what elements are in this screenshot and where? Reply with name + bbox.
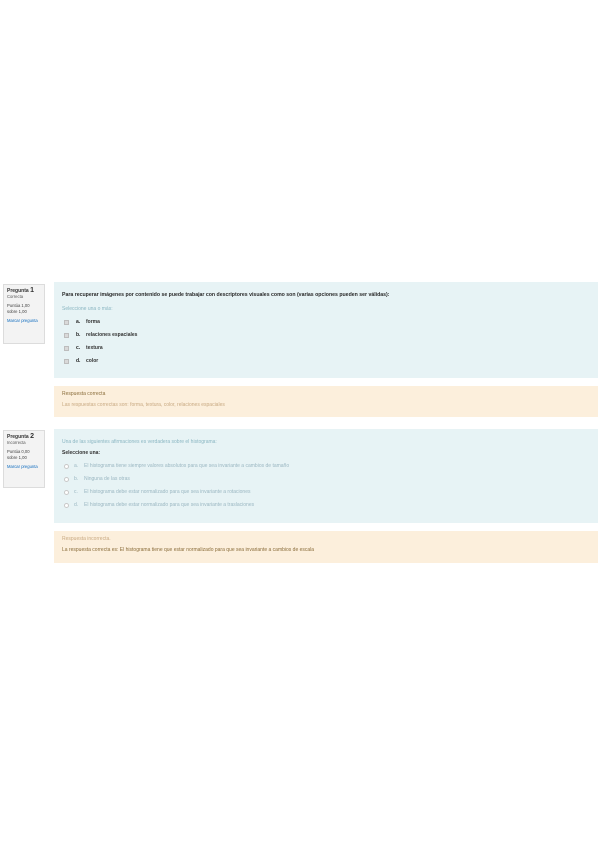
question-number-value: 2 (30, 433, 34, 440)
feedback-box: Respuesta incorrecta. La respuesta corre… (54, 531, 598, 563)
question-info-panel: Pregunta 2 Incorrecta Puntúa 0,00 sobre … (3, 430, 45, 488)
question-content: Una de las siguientes afirmaciones es ve… (54, 429, 598, 523)
option-letter: a. (76, 319, 81, 325)
radio-button[interactable] (64, 464, 69, 469)
feedback-title: Respuesta incorrecta. (62, 536, 111, 542)
option-text: Ninguna de las otras (84, 476, 130, 482)
checkbox[interactable] (64, 333, 69, 338)
answer-option[interactable]: b. relaciones espaciales (62, 332, 590, 339)
option-text: El histograma debe estar normalizado par… (84, 502, 255, 508)
feedback-text: La respuesta correcta es: El histograma … (62, 547, 315, 553)
question-text: Para recuperar imágenes por contenido se… (62, 292, 390, 298)
feedback-box: Respuesta correcta Las respuestas correc… (54, 386, 598, 417)
option-letter: d. (76, 358, 81, 364)
option-text: relaciones espaciales (86, 332, 138, 338)
option-letter: d. (74, 502, 79, 508)
option-text: El histograma debe estar normalizado par… (84, 489, 251, 495)
answer-option[interactable]: d. El histograma debe estar normalizado … (62, 502, 590, 509)
feedback-title: Respuesta correcta (62, 391, 106, 397)
option-letter: b. (76, 332, 81, 338)
answer-prompt: Seleccione una o más: (62, 306, 113, 312)
checkbox[interactable] (64, 320, 69, 325)
option-text: El histograma tiene siempre valores abso… (84, 463, 290, 469)
checkbox[interactable] (64, 346, 69, 351)
checkbox[interactable] (64, 359, 69, 364)
question-info-panel: Pregunta 1 Correcta Puntúa 1,00 sobre 1,… (3, 284, 45, 344)
answer-option[interactable]: c. textura (62, 345, 590, 352)
option-text: color (86, 358, 99, 364)
answer-option[interactable]: a. El histograma tiene siempre valores a… (62, 463, 590, 470)
flag-question-link[interactable]: Marcar pregunta (7, 464, 41, 470)
answer-option[interactable]: a. forma (62, 319, 590, 326)
radio-button[interactable] (64, 477, 69, 482)
option-letter: a. (74, 463, 79, 469)
radio-button[interactable] (64, 490, 69, 495)
radio-button[interactable] (64, 503, 69, 508)
question-grade: Puntúa 1,00 sobre 1,00 (7, 303, 30, 314)
option-text: forma (86, 319, 100, 325)
question-content: Para recuperar imágenes por contenido se… (54, 282, 598, 378)
question-number-value: 1 (30, 287, 34, 294)
question-text: Una de las siguientes afirmaciones es ve… (62, 439, 217, 445)
option-letter: b. (74, 476, 79, 482)
answer-prompt: Seleccione una: (62, 450, 101, 456)
option-letter: c. (76, 345, 81, 351)
answer-option[interactable]: b. Ninguna de las otras (62, 476, 590, 483)
question-state: Correcta (7, 294, 24, 299)
option-text: textura (86, 345, 103, 351)
question-state: Incorrecta (7, 440, 26, 445)
flag-question-link[interactable]: Marcar pregunta (7, 318, 41, 324)
option-letter: c. (74, 489, 78, 495)
question-grade: Puntúa 0,00 sobre 1,00 (7, 449, 30, 460)
feedback-text: Las respuestas correctas son: forma, tex… (62, 402, 225, 408)
answer-option[interactable]: d. color (62, 358, 590, 365)
answer-option[interactable]: c. El histograma debe estar normalizado … (62, 489, 590, 496)
